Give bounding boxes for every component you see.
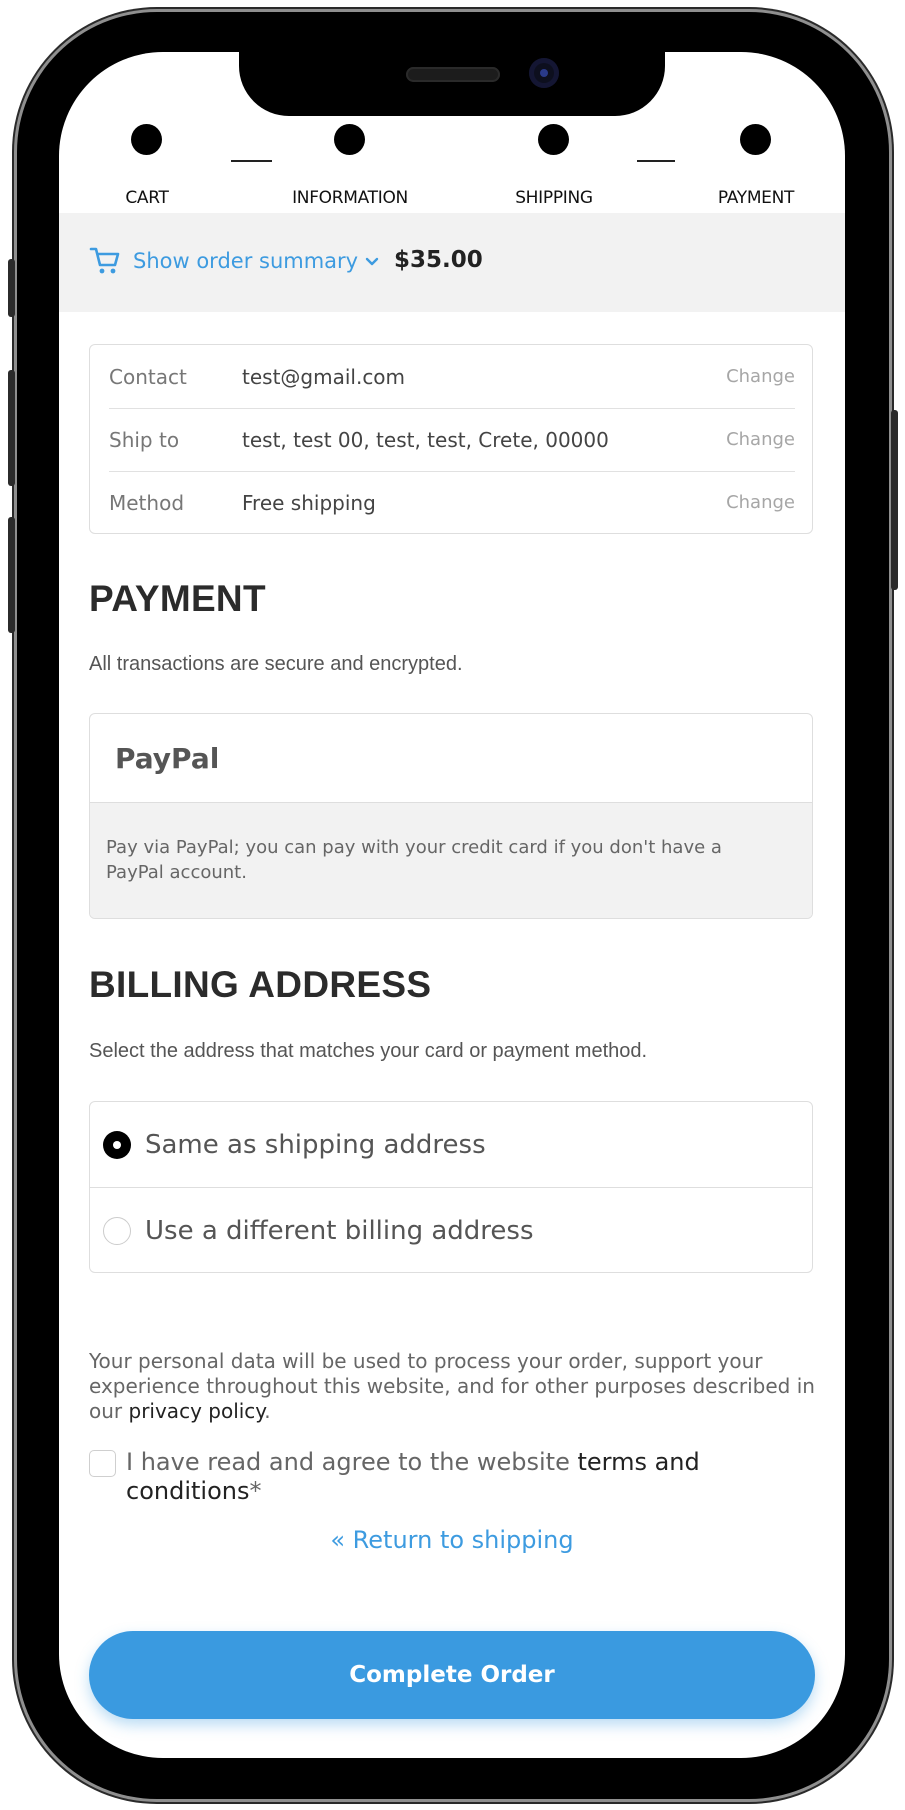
privacy-notice: Your personal data will be used to proce… bbox=[89, 1349, 815, 1424]
complete-order-button[interactable]: Complete Order bbox=[89, 1631, 815, 1719]
step-connector bbox=[637, 160, 675, 162]
payment-subtitle: All transactions are secure and encrypte… bbox=[89, 653, 463, 675]
show-order-summary-toggle[interactable]: Show order summary bbox=[133, 249, 380, 273]
privacy-end: . bbox=[264, 1399, 271, 1423]
speaker-grille bbox=[406, 67, 500, 82]
step-connector bbox=[231, 160, 272, 162]
terms-checkbox[interactable] bbox=[89, 1450, 116, 1477]
terms-text: I have read and agree to the website bbox=[126, 1448, 578, 1476]
step-dot-cart[interactable] bbox=[131, 124, 162, 155]
order-summary-bar[interactable]: Show order summary $35.00 bbox=[59, 213, 845, 312]
required-mark: * bbox=[249, 1477, 262, 1505]
review-row-contact: Contact test@gmail.com Change bbox=[109, 345, 795, 409]
terms-label: I have read and agree to the website ter… bbox=[126, 1448, 815, 1506]
review-row-method: Method Free shipping Change bbox=[109, 471, 795, 534]
billing-heading: BILLING ADDRESS bbox=[89, 964, 432, 1005]
change-contact-link[interactable]: Change bbox=[726, 366, 795, 387]
review-label: Contact bbox=[109, 364, 187, 389]
step-dot-payment[interactable] bbox=[740, 124, 771, 155]
silent-switch bbox=[8, 259, 15, 317]
step-dot-shipping[interactable] bbox=[538, 124, 569, 155]
chevron-down-icon bbox=[365, 257, 379, 266]
review-value: test@gmail.com bbox=[242, 364, 406, 389]
order-review-box: Contact test@gmail.com Change Ship to te… bbox=[89, 344, 813, 534]
cart-icon bbox=[89, 247, 120, 274]
terms-row: I have read and agree to the website ter… bbox=[89, 1448, 815, 1506]
billing-options: Same as shipping address Use a different… bbox=[89, 1101, 813, 1273]
power-button bbox=[891, 410, 898, 590]
billing-option-label: Same as shipping address bbox=[145, 1129, 486, 1160]
volume-down-button bbox=[8, 517, 15, 633]
camera-icon bbox=[529, 58, 559, 88]
order-total: $35.00 bbox=[394, 247, 483, 273]
change-method-link[interactable]: Change bbox=[726, 492, 795, 513]
volume-up-button bbox=[8, 370, 15, 486]
step-label-information[interactable]: INFORMATION bbox=[292, 188, 408, 208]
billing-subtitle: Select the address that matches your car… bbox=[89, 1040, 648, 1062]
payment-heading: PAYMENT bbox=[89, 578, 266, 619]
return-to-shipping-link[interactable]: « Return to shipping bbox=[59, 1526, 845, 1554]
review-value: Free shipping bbox=[242, 490, 376, 515]
review-label: Method bbox=[109, 490, 185, 515]
step-label-shipping[interactable]: SHIPPING bbox=[515, 188, 593, 208]
step-label-cart[interactable]: CART bbox=[125, 188, 169, 208]
notch bbox=[239, 52, 665, 116]
privacy-policy-link[interactable]: privacy policy bbox=[129, 1399, 265, 1423]
phone-screen: CART INFORMATION SHIPPING PAYMENT Show o… bbox=[59, 52, 845, 1758]
payment-method-box: PayPal Pay via PayPal; you can pay with … bbox=[89, 713, 813, 919]
change-ship-to-link[interactable]: Change bbox=[726, 429, 795, 450]
step-dot-information[interactable] bbox=[334, 124, 365, 155]
radio-selected[interactable] bbox=[103, 1130, 131, 1159]
radio-unselected[interactable] bbox=[103, 1216, 131, 1245]
review-value: test, test 00, test, test, Crete, 00000 bbox=[242, 427, 609, 452]
summary-toggle-label: Show order summary bbox=[133, 249, 359, 273]
review-row-ship-to: Ship to test, test 00, test, test, Crete… bbox=[109, 408, 795, 472]
paypal-description: Pay via PayPal; you can pay with your cr… bbox=[90, 803, 812, 918]
billing-option-same[interactable]: Same as shipping address bbox=[90, 1102, 812, 1188]
paypal-method-option[interactable]: PayPal bbox=[90, 714, 812, 803]
review-label: Ship to bbox=[109, 427, 180, 452]
billing-option-different[interactable]: Use a different billing address bbox=[90, 1188, 812, 1273]
billing-option-label: Use a different billing address bbox=[145, 1215, 534, 1246]
step-label-payment[interactable]: PAYMENT bbox=[718, 188, 795, 208]
